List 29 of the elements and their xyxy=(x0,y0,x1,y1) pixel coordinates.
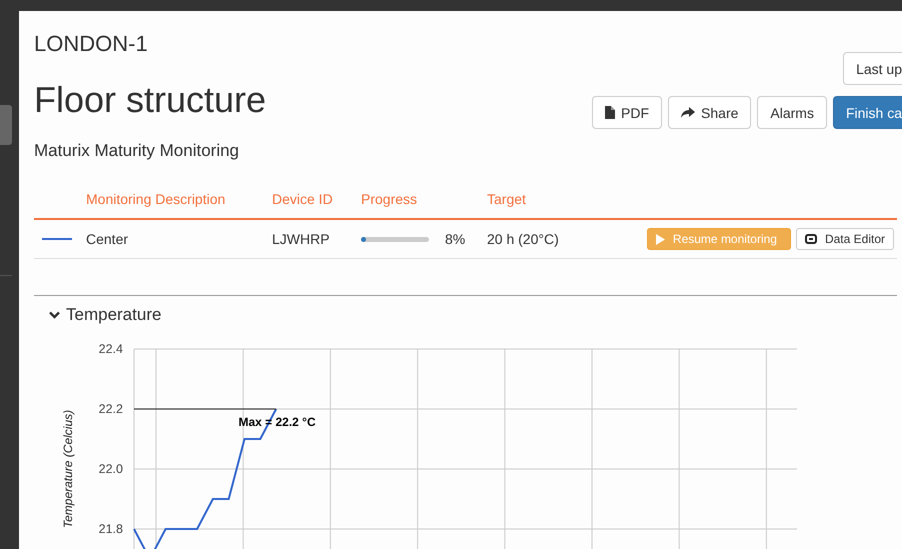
share-button[interactable]: Share xyxy=(668,96,752,129)
play-icon xyxy=(656,234,665,244)
share-arrow-icon xyxy=(681,107,696,118)
alarms-button[interactable]: Alarms xyxy=(757,96,827,129)
column-header: Monitoring Description xyxy=(86,191,226,207)
description-cell-text: Center xyxy=(86,231,130,247)
y-tick-label: 22.0 xyxy=(98,462,123,476)
site-name: LONDON-1 xyxy=(34,31,149,57)
panel-handle[interactable] xyxy=(0,105,12,145)
page-title: Floor structure xyxy=(34,80,266,120)
finish-button[interactable]: Finish ca xyxy=(832,96,902,129)
y-tick-label: 21.8 xyxy=(98,522,123,536)
section-title: Temperature xyxy=(66,305,162,325)
file-icon xyxy=(605,106,616,119)
progress-reading: 8% xyxy=(445,231,466,247)
y-tick-label: 22.2 xyxy=(98,402,123,416)
editor-icon xyxy=(804,234,817,244)
data-editor-button[interactable]: Data Editor xyxy=(796,228,894,250)
device-id-cell-text: LJWHRP xyxy=(272,231,331,247)
column-header: Device ID xyxy=(272,191,334,207)
column-header: Progress xyxy=(361,191,418,207)
column-header: Target xyxy=(487,191,527,207)
pdf-button[interactable]: PDF xyxy=(592,96,662,129)
last-updated-button[interactable]: Last up xyxy=(843,52,902,85)
page-subtitle: Maturix Maturity Monitoring xyxy=(34,141,240,161)
y-axis-title: Temperature (Celcius) xyxy=(61,410,75,528)
y-tick-label: 22.4 xyxy=(98,342,123,356)
chevron-down-icon[interactable] xyxy=(49,311,60,319)
target-cell-text: 20 h (20°C) xyxy=(487,231,560,247)
